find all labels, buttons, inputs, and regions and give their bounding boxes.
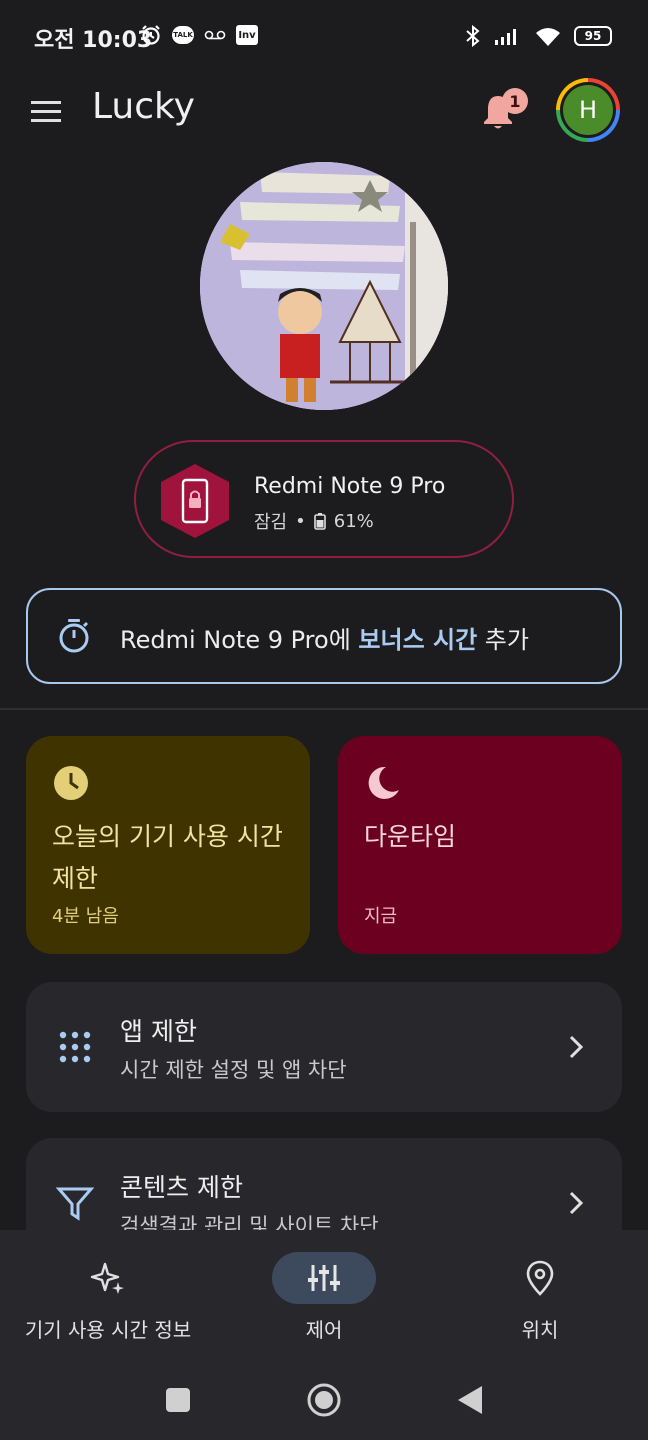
screen-time-remaining: 4분 남음	[52, 906, 119, 927]
filter-icon	[56, 1187, 94, 1221]
account-avatar[interactable]: H	[556, 78, 620, 142]
kakaotalk-icon: TALK	[172, 26, 194, 44]
child-profile-picture[interactable]	[200, 162, 448, 410]
tab-location[interactable]: 위치	[432, 1230, 648, 1360]
app-limits-row[interactable]: 앱 제한 시간 제한 설정 및 앱 차단	[26, 982, 622, 1112]
system-navigation-bar	[0, 1360, 648, 1440]
signal-icon	[495, 29, 516, 45]
screen-time-title: 오늘의 기기 사용 시간 제한	[52, 822, 283, 893]
app-header: Lucky	[0, 70, 648, 150]
content-limits-title: 콘텐츠 제한	[120, 1173, 243, 1202]
chevron-right-icon	[569, 1035, 584, 1059]
back-button[interactable]	[452, 1382, 488, 1418]
app-limits-subtitle: 시간 제한 설정 및 앱 차단	[120, 1058, 347, 1082]
inv-icon: Inv	[236, 25, 258, 45]
home-button[interactable]	[306, 1382, 342, 1418]
divider	[0, 708, 648, 710]
bottom-navigation: 기기 사용 시간 정보 제어 위치	[0, 1230, 648, 1360]
status-separator: •	[295, 510, 306, 532]
screen-time-limit-card[interactable]: 오늘의 기기 사용 시간 제한 4분 남음	[26, 736, 310, 954]
downtime-card[interactable]: 다운타임 지금	[338, 736, 622, 954]
tab-label: 위치	[521, 1318, 559, 1342]
chevron-right-icon	[569, 1191, 584, 1215]
device-name: Redmi Note 9 Pro	[254, 474, 446, 499]
alarm-icon	[142, 25, 160, 45]
app-limits-title: 앱 제한	[120, 1017, 197, 1046]
battery-small-icon	[313, 513, 326, 530]
voicemail-icon	[204, 30, 226, 40]
locked-phone-icon	[161, 464, 229, 538]
add-bonus-time-button[interactable]: Redmi Note 9 Pro에 보너스 시간 추가	[26, 588, 622, 684]
system-icons: 95	[464, 24, 612, 48]
moon-icon	[368, 766, 399, 799]
device-status: 잠김 • 61%	[254, 508, 374, 534]
timer-icon	[59, 619, 89, 653]
lock-state: 잠김	[254, 512, 288, 533]
tab-controls[interactable]: 제어	[216, 1230, 432, 1360]
device-status-card[interactable]: Redmi Note 9 Pro 잠김 • 61%	[134, 440, 514, 558]
sparkle-icon	[90, 1262, 124, 1294]
battery-icon: 95	[574, 26, 612, 46]
status-bar: 오전 10:03 TALK Inv 95	[0, 0, 648, 70]
tab-screen-time-info[interactable]: 기기 사용 시간 정보	[0, 1230, 216, 1360]
bluetooth-icon	[466, 24, 480, 48]
notification-icons: TALK Inv	[140, 24, 258, 46]
tab-label: 기기 사용 시간 정보	[24, 1318, 192, 1342]
notification-badge: 1	[502, 88, 528, 114]
device-battery: 61%	[333, 510, 374, 532]
drawing-image	[200, 162, 448, 410]
status-time: 오전 10:03	[34, 28, 153, 53]
avatar-letter: H	[563, 85, 613, 135]
wifi-icon	[536, 28, 560, 46]
clock-icon	[54, 766, 88, 800]
downtime-title: 다운타임	[364, 822, 457, 851]
recents-button[interactable]	[160, 1382, 196, 1418]
downtime-status: 지금	[364, 906, 398, 927]
page-title: Lucky	[92, 86, 195, 127]
apps-grid-icon	[59, 1031, 91, 1063]
bonus-time-text: Redmi Note 9 Pro에 보너스 시간 추가	[120, 626, 529, 654]
tab-label: 제어	[305, 1318, 343, 1342]
sliders-icon	[308, 1265, 340, 1291]
location-icon	[526, 1260, 554, 1296]
menu-icon[interactable]	[28, 94, 64, 130]
